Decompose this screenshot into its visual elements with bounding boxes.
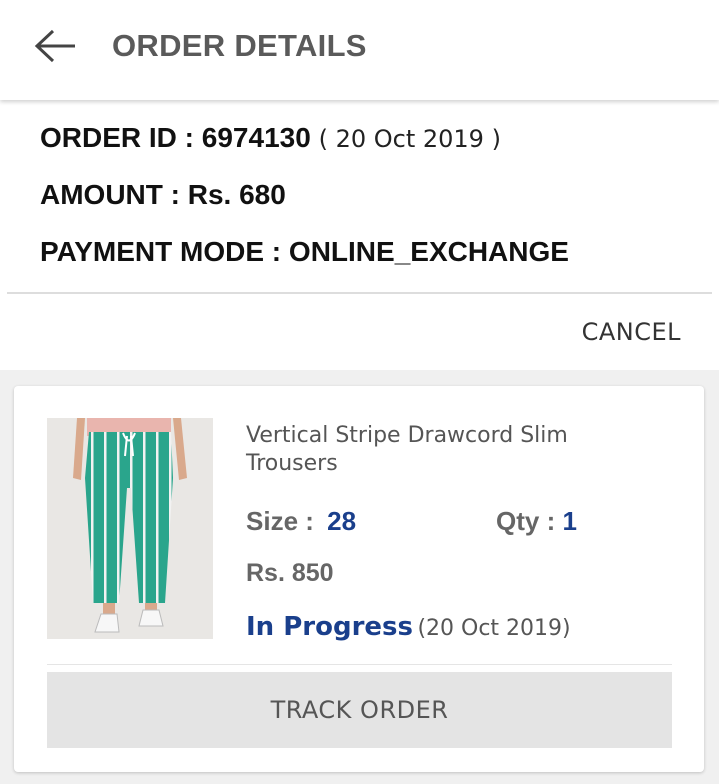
order-summary: ORDER ID : 6974130 ( 20 Oct 2019 ) AMOUN… xyxy=(0,100,719,370)
track-order-button[interactable]: TRACK ORDER xyxy=(47,672,672,748)
app-bar: ORDER DETAILS xyxy=(0,0,719,100)
qty-value: 1 xyxy=(562,506,577,536)
size-field: Size : 28 xyxy=(246,506,356,537)
status-line: In Progress (20 Oct 2019) xyxy=(246,612,571,642)
qty-field: Qty : 1 xyxy=(496,506,577,537)
back-button[interactable] xyxy=(30,26,80,66)
status-date: (20 Oct 2019) xyxy=(417,616,571,641)
arrow-left-icon xyxy=(34,29,75,63)
order-date: ( 20 Oct 2019 ) xyxy=(318,125,501,153)
divider xyxy=(7,292,712,294)
payment-mode: PAYMENT MODE : ONLINE_EXCHANGE xyxy=(40,236,569,267)
page-title: ORDER DETAILS xyxy=(112,28,367,63)
item-price: Rs. 850 xyxy=(246,559,334,587)
order-id: ORDER ID : 6974130 xyxy=(40,122,311,153)
card-divider xyxy=(47,664,672,665)
product-image[interactable] xyxy=(47,418,213,639)
order-id-line: ORDER ID : 6974130 ( 20 Oct 2019 ) xyxy=(40,122,501,154)
order-item-card: Vertical Stripe Drawcord Slim Trousers S… xyxy=(14,386,704,772)
size-value: 28 xyxy=(327,506,357,536)
qty-label: Qty : xyxy=(496,506,556,536)
size-label: Size : xyxy=(246,506,314,536)
product-name[interactable]: Vertical Stripe Drawcord Slim Trousers xyxy=(246,422,606,478)
status-badge: In Progress xyxy=(246,612,413,642)
cancel-button[interactable]: CANCEL xyxy=(582,318,681,346)
order-amount: AMOUNT : Rs. 680 xyxy=(40,179,286,210)
